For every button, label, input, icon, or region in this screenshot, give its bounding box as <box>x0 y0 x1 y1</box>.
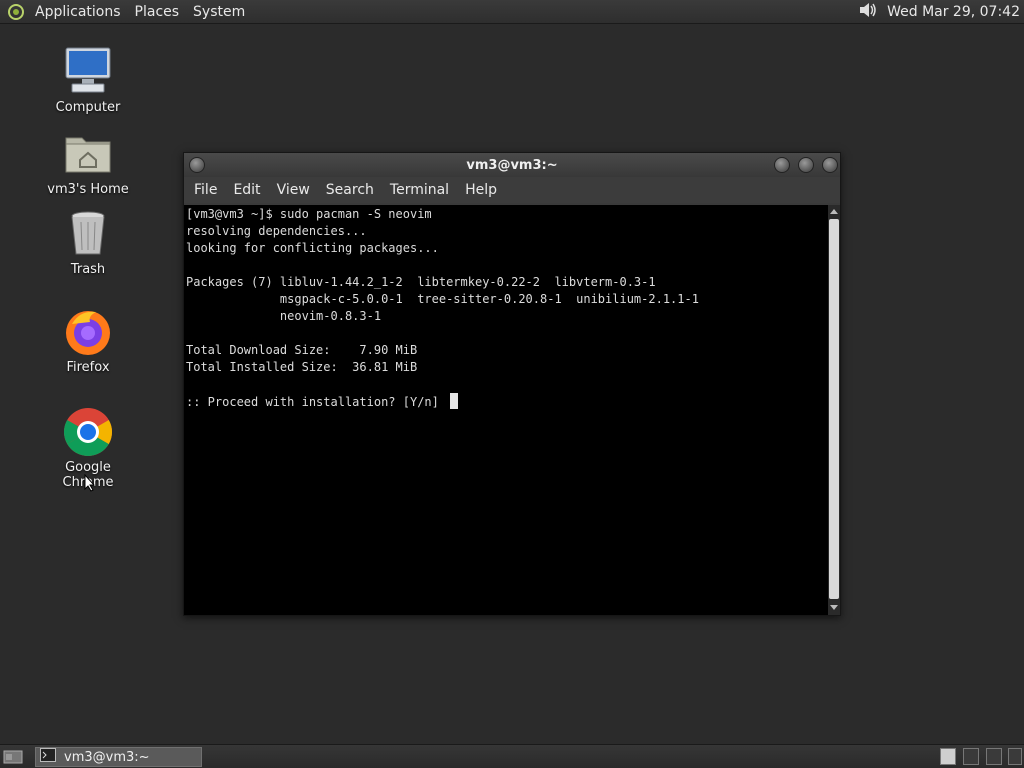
places-menu[interactable]: Places <box>128 4 187 20</box>
taskbar-button-label: vm3@vm3:~ <box>64 749 150 765</box>
workspace-4[interactable] <box>1008 748 1022 765</box>
menu-help[interactable]: Help <box>457 182 505 198</box>
prompt-text: :: Proceed with installation? [Y/n] <box>186 395 447 409</box>
top-panel: Applications Places System Wed Mar 29, 0… <box>0 0 1024 24</box>
desktop-icon-label: Computer <box>55 100 121 115</box>
desktop-icon-label: vm3's Home <box>47 182 129 197</box>
desktop-icon-firefox[interactable]: Firefox <box>38 306 138 375</box>
desktop-icon-label: Trash <box>70 262 106 277</box>
terminal-line: looking for conflicting packages... <box>186 241 439 255</box>
maximize-icon[interactable] <box>798 157 814 173</box>
terminal-icon <box>40 748 56 766</box>
terminal-line: Packages (7) libluv-1.44.2_1-2 libtermke… <box>186 275 656 289</box>
scroll-down-icon[interactable] <box>830 605 838 610</box>
mouse-pointer-icon <box>84 473 96 496</box>
window-title: vm3@vm3:~ <box>466 157 558 173</box>
menu-search[interactable]: Search <box>318 182 382 198</box>
distro-logo-icon[interactable] <box>4 0 28 24</box>
clock[interactable]: Wed Mar 29, 07:42 <box>887 4 1020 20</box>
scroll-up-icon[interactable] <box>830 209 838 214</box>
terminal-window[interactable]: vm3@vm3:~ File Edit View Search Terminal… <box>183 152 841 616</box>
desktop-icon-computer[interactable]: Computer <box>38 46 138 115</box>
home-folder-icon <box>62 128 114 180</box>
scrollbar-thumb[interactable] <box>829 219 839 599</box>
text-cursor <box>450 393 459 409</box>
terminal-menubar: File Edit View Search Terminal Help <box>184 177 840 203</box>
workspace-3[interactable] <box>986 748 1002 765</box>
workspace-1[interactable] <box>940 748 956 765</box>
bottom-panel: vm3@vm3:~ <box>0 744 1024 768</box>
menu-view[interactable]: View <box>269 182 318 198</box>
window-titlebar[interactable]: vm3@vm3:~ <box>184 153 840 177</box>
show-desktop-icon[interactable] <box>3 749 23 768</box>
volume-icon[interactable] <box>857 0 879 24</box>
terminal-prompt-line: :: Proceed with installation? [Y/n] <box>186 393 826 411</box>
chrome-icon <box>62 406 114 458</box>
terminal-line: [vm3@vm3 ~]$ sudo pacman -S neovim <box>186 207 432 221</box>
trash-icon <box>62 208 114 260</box>
workspace-2[interactable] <box>963 748 979 765</box>
desktop-icon-trash[interactable]: Trash <box>38 208 138 277</box>
terminal-line: msgpack-c-5.0.0-1 tree-sitter-0.20.8-1 u… <box>186 292 699 306</box>
menu-edit[interactable]: Edit <box>225 182 268 198</box>
menu-file[interactable]: File <box>186 182 225 198</box>
taskbar-button-terminal[interactable]: vm3@vm3:~ <box>35 747 202 767</box>
desktop-icon-home[interactable]: vm3's Home <box>38 128 138 197</box>
applications-menu[interactable]: Applications <box>28 4 128 20</box>
computer-icon <box>62 46 114 98</box>
terminal-output[interactable]: [vm3@vm3 ~]$ sudo pacman -S neovim resolv… <box>184 205 828 615</box>
terminal-line: resolving dependencies... <box>186 224 367 238</box>
window-menu-icon[interactable] <box>189 157 205 173</box>
terminal-scrollbar[interactable] <box>828 205 840 615</box>
terminal-line: Total Download Size: 7.90 MiB <box>186 343 418 357</box>
menu-terminal[interactable]: Terminal <box>382 182 457 198</box>
terminal-line: Total Installed Size: 36.81 MiB <box>186 360 418 374</box>
terminal-line: neovim-0.8.3-1 <box>186 309 382 323</box>
firefox-icon <box>62 306 114 358</box>
minimize-icon[interactable] <box>774 157 790 173</box>
system-menu[interactable]: System <box>186 4 252 20</box>
desktop-icon-label: Firefox <box>66 360 110 375</box>
close-icon[interactable] <box>822 157 838 173</box>
